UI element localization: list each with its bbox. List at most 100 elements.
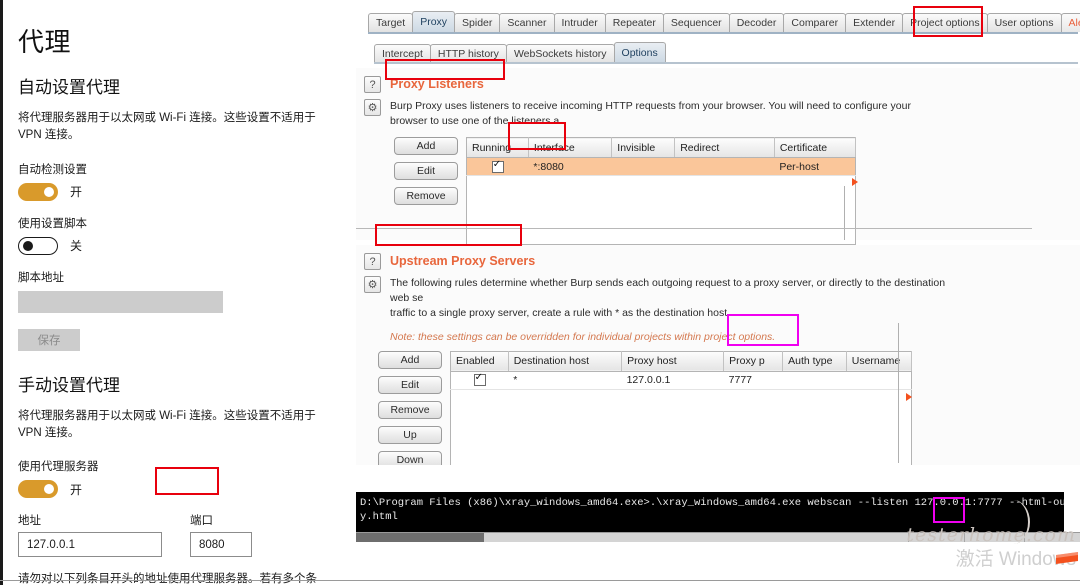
column-header-interface[interactable]: Interface [528, 137, 613, 159]
tab-scanner[interactable]: Scanner [499, 13, 555, 32]
column-header-enabled[interactable]: Enabled [450, 351, 509, 372]
tab-sequencer[interactable]: Sequencer [662, 13, 730, 32]
table-cell-empty [846, 389, 911, 407]
column-header-redirect[interactable]: Redirect [674, 137, 775, 159]
table-cell-empty [846, 407, 911, 424]
tab-decoder[interactable]: Decoder [728, 13, 785, 32]
address-label: 地址 [18, 515, 41, 527]
table-empty-row [467, 176, 856, 194]
script-address-label: 脚本地址 [18, 271, 64, 284]
proxy-listeners-table: Running Interface Invisible Redirect Certifi… [466, 137, 857, 246]
checkbox-checked-icon[interactable] [473, 372, 486, 387]
save-button[interactable]: 保存 [18, 328, 80, 351]
upstream-down-button[interactable]: Down [378, 450, 442, 465]
table-cell-empty [528, 193, 611, 210]
table-cell-empty [612, 176, 675, 194]
enabled-checkbox-cell [450, 371, 509, 390]
auto-proxy-description: 将代理服务器用于以太网或 Wi-Fi 连接。这些设置不适用于 VPN 连接。 [18, 112, 316, 142]
upstream-proxy-title: Upstream Proxy Servers [390, 254, 536, 268]
flag-icon [1056, 552, 1078, 564]
use-proxy-toggle-row: 开 [18, 480, 334, 498]
help-icon[interactable]: ? [364, 253, 381, 270]
table-empty-row [451, 389, 912, 407]
port-field-group: 端口 8080 [190, 512, 252, 557]
exceptions-description: 请勿对以下列条目开头的地址使用代理服务器。若有多个条目，请使用英文分号 (;) … [18, 573, 317, 585]
terminal-horizontal-scrollbar[interactable] [356, 532, 1080, 542]
table-cell-empty [467, 227, 529, 245]
gear-icon[interactable]: ⚙ [364, 276, 381, 293]
upstream-proxy-description: The following rules determine whether Bu… [390, 276, 950, 322]
table-cell-empty [724, 458, 783, 465]
terminal-window[interactable]: D:\Program Files (x86)\xray_windows_amd6… [356, 492, 1064, 533]
listener-edit-button[interactable]: Edit [394, 162, 458, 181]
tab-repeater[interactable]: Repeater [604, 13, 664, 32]
help-icon[interactable]: ? [364, 76, 381, 93]
column-header-username[interactable]: Username [846, 351, 913, 372]
checkbox-checked-icon[interactable] [491, 159, 504, 174]
subtab-http-history[interactable]: HTTP history [429, 44, 507, 62]
scrollbar-thumb[interactable] [356, 533, 484, 542]
table-row[interactable]: *:8080 Per-host [466, 157, 856, 177]
burp-proxy-subtabbar: Intercept HTTP history WebSockets history O… [356, 41, 1080, 62]
use-script-toggle[interactable] [18, 236, 58, 255]
upstream-add-button[interactable]: Add [378, 350, 442, 369]
table-cell-empty [846, 441, 911, 458]
subtab-options[interactable]: Options [613, 42, 666, 62]
upstream-proxy-panel: ? Upstream Proxy Servers ⚙ The following… [356, 245, 1080, 465]
listener-remove-button[interactable]: Remove [394, 187, 458, 206]
table-cell-empty [675, 176, 775, 194]
table-cell-empty [451, 424, 509, 441]
table-cell-empty [622, 389, 724, 407]
use-proxy-toggle[interactable] [18, 480, 58, 498]
column-header-auth-type[interactable]: Auth type [782, 351, 847, 372]
upstream-up-button[interactable]: Up [378, 425, 442, 444]
terminal-line-1: D:\Program Files (x86)\xray_windows_amd6… [360, 497, 1064, 509]
table-cell-empty [724, 424, 783, 441]
column-header-running[interactable]: Running [466, 137, 529, 159]
upstream-edit-button[interactable]: Edit [378, 375, 442, 394]
column-header-certificate[interactable]: Certificate [774, 137, 857, 159]
tab-alerts[interactable]: Alerts [1060, 13, 1080, 32]
tab-label: User options [994, 17, 1054, 29]
tab-label: Spider [462, 17, 493, 29]
column-header-proxy-p[interactable]: Proxy p [723, 351, 784, 372]
tab-extender[interactable]: Extender [845, 13, 904, 32]
column-header-invisible[interactable]: Invisible [611, 137, 676, 159]
table-cell-empty [528, 227, 611, 245]
proxy-listeners-buttons: Add Edit Remove [394, 137, 458, 245]
tab-intruder[interactable]: Intruder [553, 13, 606, 32]
column-header-proxy-host[interactable]: Proxy host [621, 351, 725, 372]
table-cell-empty [783, 424, 847, 441]
table-cell-empty [451, 407, 509, 424]
table-row[interactable]: *127.0.0.17777 [450, 371, 912, 390]
listener-add-button[interactable]: Add [394, 137, 458, 156]
auto-detect-toggle[interactable] [18, 182, 58, 201]
gear-icon[interactable]: ⚙ [364, 99, 381, 116]
address-input[interactable]: 127.0.0.1 [18, 532, 162, 557]
table-cell-empty [846, 424, 911, 441]
expand-arrow-icon[interactable] [906, 393, 912, 401]
proxy-listeners-title: Proxy Listeners [390, 77, 484, 91]
tab-spider[interactable]: Spider [454, 13, 501, 32]
subtab-label: HTTP history [437, 47, 499, 60]
tab-user-options[interactable]: User options [986, 13, 1062, 32]
table-cell-empty [622, 441, 724, 458]
tab-target[interactable]: Target [368, 13, 414, 32]
tab-comparer[interactable]: Comparer [783, 13, 847, 32]
subtab-label: Intercept [382, 47, 423, 60]
tab-label: Alerts [1068, 17, 1080, 29]
port-input[interactable]: 8080 [190, 532, 252, 557]
table-cell-empty [612, 210, 675, 227]
subtab-intercept[interactable]: Intercept [374, 44, 431, 62]
port-label: 端口 [190, 515, 213, 527]
upstream-remove-button[interactable]: Remove [378, 400, 442, 419]
table-cell-empty [724, 407, 783, 424]
table-cell-empty [508, 458, 621, 465]
column-header-destination-host[interactable]: Destination host [508, 351, 623, 372]
subtab-websockets-history[interactable]: WebSockets history [505, 44, 615, 62]
tab-proxy[interactable]: Proxy [412, 11, 456, 32]
tab-project-options[interactable]: Project options [902, 13, 988, 32]
expand-arrow-icon[interactable] [852, 178, 858, 186]
script-address-input[interactable] [18, 290, 223, 313]
tab-label: Comparer [791, 17, 839, 29]
